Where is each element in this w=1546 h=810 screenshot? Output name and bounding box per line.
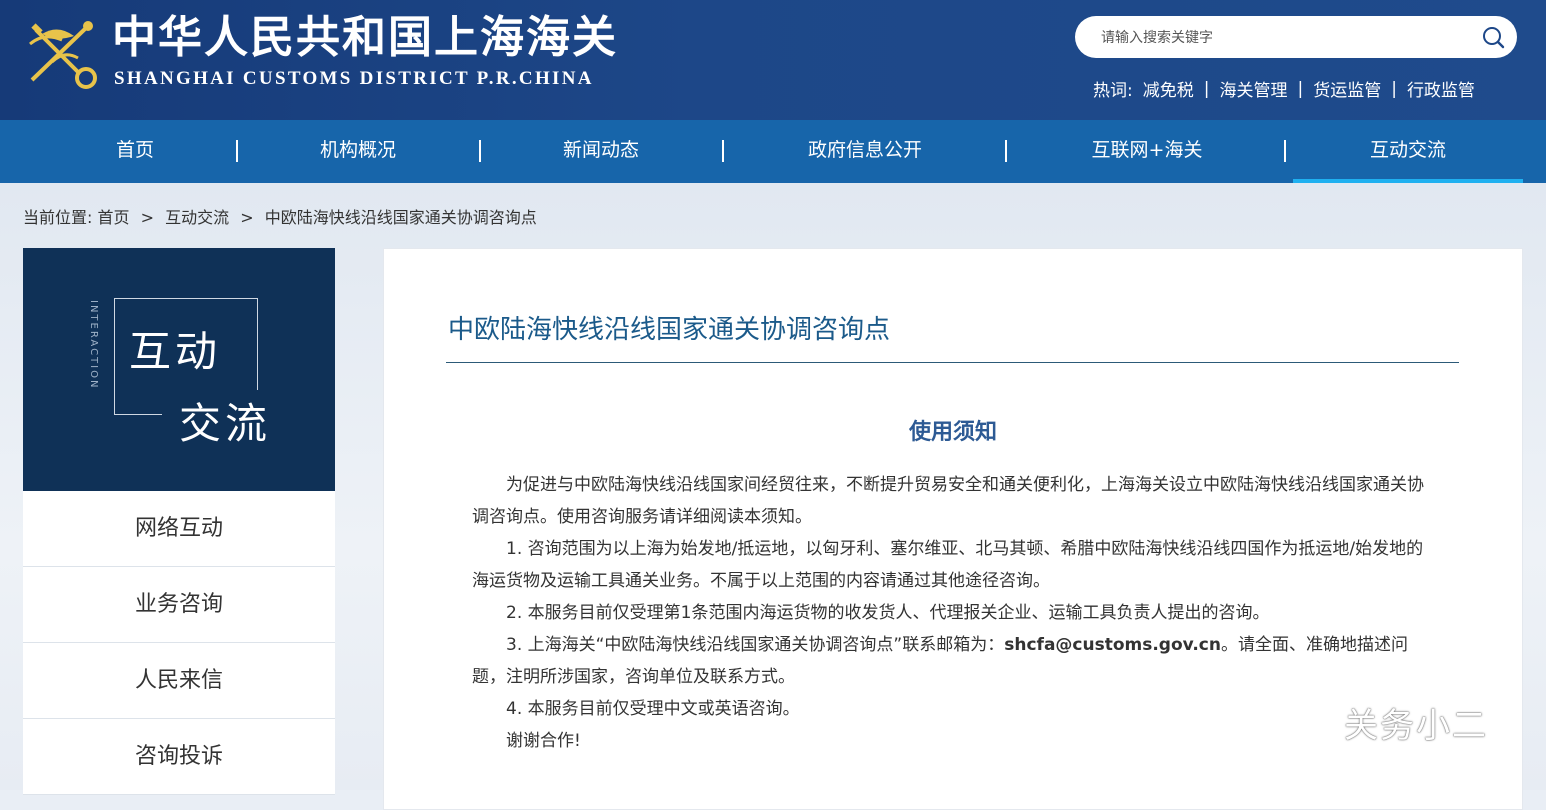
nav-divider <box>722 140 724 162</box>
banner-title-line2: 交流 <box>175 390 276 451</box>
banner-frame-line <box>114 414 162 415</box>
sidebar-banner: INTERACTION 互动 交流 <box>23 248 335 491</box>
watermark-text: 关务小二 <box>1344 705 1488 746</box>
notice-text: 3. 上海海关“中欧陆海快线沿线国家通关协调咨询点”联系邮箱为： <box>506 635 1005 655</box>
hotword-divider: | <box>1203 78 1210 99</box>
hotword-link[interactable]: 行政监管 <box>1407 76 1475 101</box>
hotwords-bar: 热词: 减免税 | 海关管理 | 货运监管 | 行政监管 <box>1093 76 1475 102</box>
breadcrumb-label: 当前位置: <box>23 208 93 227</box>
nav-divider <box>479 140 481 162</box>
notice-heading: 使用须知 <box>908 420 997 445</box>
breadcrumb-separator: > <box>240 208 254 227</box>
hotwords-label: 热词: <box>1093 81 1133 101</box>
notice-paragraph: 为促进与中欧陆海快线沿线国家间经贸往来，不断提升贸易安全和通关便利化，上海海关设… <box>472 475 1424 527</box>
nav-item-interaction[interactable]: 互动交流 <box>1323 120 1493 183</box>
notice-paragraph: 1. 咨询范围为以上海为始发地/抵运地，以匈牙利、塞尔维亚、北马其顿、希腊中欧陆… <box>472 539 1424 591</box>
watermark: 关务小二 <box>1276 700 1488 746</box>
breadcrumb-interaction[interactable]: 互动交流 <box>165 208 229 227</box>
banner-title-line1: 互动 <box>129 327 222 376</box>
nav-item-news[interactable]: 新闻动态 <box>521 120 681 183</box>
breadcrumb-separator: > <box>140 208 155 227</box>
hotword-link[interactable]: 海关管理 <box>1219 76 1287 101</box>
title-divider <box>446 362 1459 363</box>
site-header: 中华人民共和国上海海关 SHANGHAI CUSTOMS DISTRICT P.… <box>0 0 1546 120</box>
sidebar-item-business-consult[interactable]: 业务咨询 <box>23 567 335 643</box>
contact-email[interactable]: shcfa@customs.gov.cn <box>1004 635 1221 655</box>
customs-emblem-icon[interactable] <box>22 14 102 90</box>
search-input[interactable] <box>1099 24 1463 52</box>
nav-item-about[interactable]: 机构概况 <box>278 120 438 183</box>
hotword-link[interactable]: 货运监管 <box>1313 76 1381 101</box>
nav-item-gov-info[interactable]: 政府信息公开 <box>780 120 950 183</box>
page-title: 中欧陆海快线沿线国家通关协调咨询点 <box>448 315 891 345</box>
sidebar-item-complaints[interactable]: 咨询投诉 <box>23 719 335 795</box>
nav-item-internet-customs[interactable]: 互联网+海关 <box>1062 120 1232 183</box>
breadcrumb: 当前位置: 首页 > 互动交流 > 中欧陆海快线沿线国家通关协调咨询点 <box>23 204 537 228</box>
sidebar-item-letters[interactable]: 人民来信 <box>23 643 335 719</box>
nav-item-home[interactable]: 首页 <box>55 120 215 183</box>
site-logo-subtitle[interactable]: SHANGHAI CUSTOMS DISTRICT P.R.CHINA <box>114 68 594 90</box>
main-nav: 首页 机构概况 新闻动态 政府信息公开 互联网+海关 互动交流 <box>0 120 1546 183</box>
hotword-divider: | <box>1391 78 1397 99</box>
breadcrumb-current[interactable]: 中欧陆海快线沿线国家通关协调咨询点 <box>265 208 537 227</box>
hotword-link[interactable]: 减免税 <box>1143 76 1194 101</box>
sidebar-menu: 网络互动 业务咨询 人民来信 咨询投诉 <box>23 491 335 795</box>
hotword-divider: | <box>1297 78 1304 99</box>
banner-english-label: INTERACTION <box>88 300 99 390</box>
nav-divider <box>1284 140 1286 162</box>
sidebar-item-online-interaction[interactable]: 网络互动 <box>23 491 335 567</box>
wechat-icon <box>1277 703 1334 742</box>
search-box <box>1075 16 1517 58</box>
breadcrumb-home[interactable]: 首页 <box>98 208 130 227</box>
site-logo-title[interactable]: 中华人民共和国上海海关 <box>112 12 618 64</box>
nav-divider <box>1005 140 1007 162</box>
notice-paragraph: 3. 上海海关“中欧陆海快线沿线国家通关协调咨询点”联系邮箱为：shcfa@cu… <box>472 629 1438 693</box>
search-icon[interactable] <box>1481 25 1505 49</box>
nav-divider <box>236 140 238 162</box>
notice-paragraph: 2. 本服务目前仅受理第1条范围内海运货物的收发货人、代理报关企业、运输工具负责… <box>506 603 1270 623</box>
